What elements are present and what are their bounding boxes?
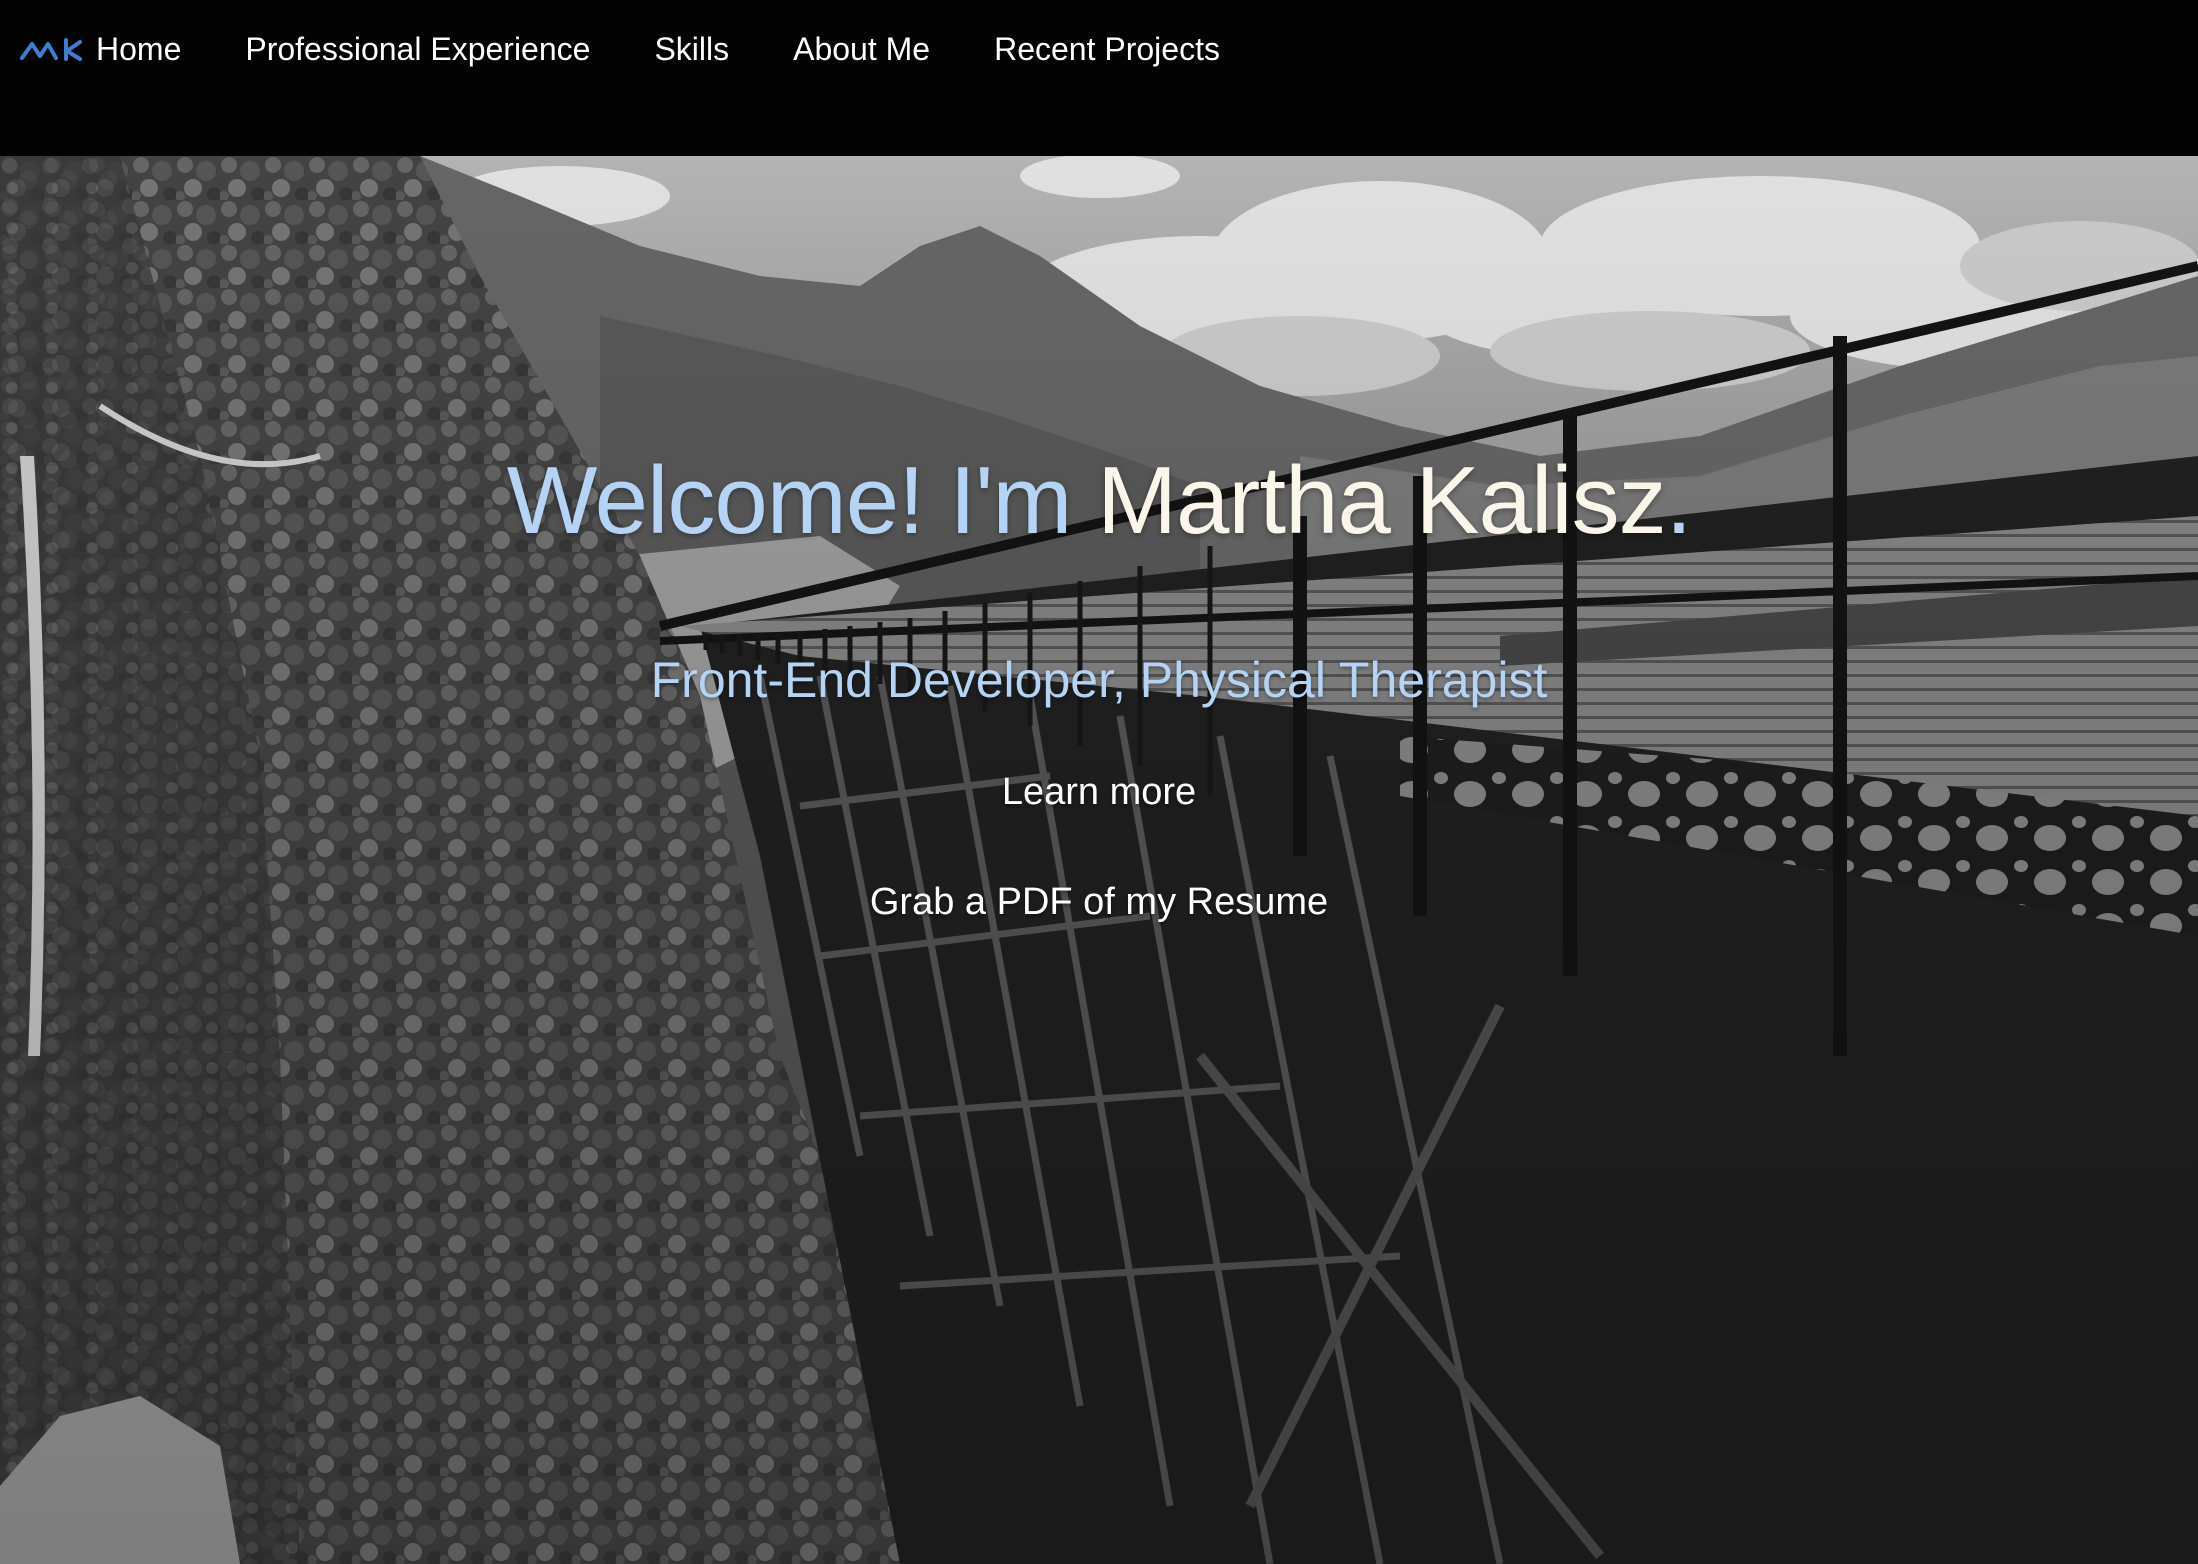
nav-recent-projects[interactable]: Recent Projects [994,26,1220,72]
learn-more-container: Learn more [0,769,2198,815]
hero-subtitle: Front-End Developer, Physical Therapist [650,652,1548,708]
resume-pdf-link[interactable]: Grab a PDF of my Resume [870,881,1328,923]
navbar: Home Professional Experience Skills Abou… [0,0,2198,156]
nav-skills[interactable]: Skills [654,26,729,72]
hero-content: Welcome! I'm Martha Kalisz. Front-End De… [0,156,2198,1564]
nav-home[interactable]: Home [96,26,181,72]
resume-container: Grab a PDF of my Resume [0,879,2198,925]
hero-section: Welcome! I'm Martha Kalisz. Front-End De… [0,156,2198,1564]
headline-period: . [1665,447,1693,554]
hero-headline: Welcome! I'm Martha Kalisz. [0,446,2198,556]
headline-intro: Welcome! I'm [506,447,1098,554]
nav-professional-experience[interactable]: Professional Experience [245,26,590,72]
headline-name: Martha Kalisz [1097,447,1667,554]
nav-about-me[interactable]: About Me [793,26,930,72]
nav-menu: Home Professional Experience Skills Abou… [20,26,1220,72]
page: Home Professional Experience Skills Abou… [0,0,2198,1564]
learn-more-link[interactable]: Learn more [1002,771,1196,813]
mk-logo-icon[interactable] [20,36,84,62]
